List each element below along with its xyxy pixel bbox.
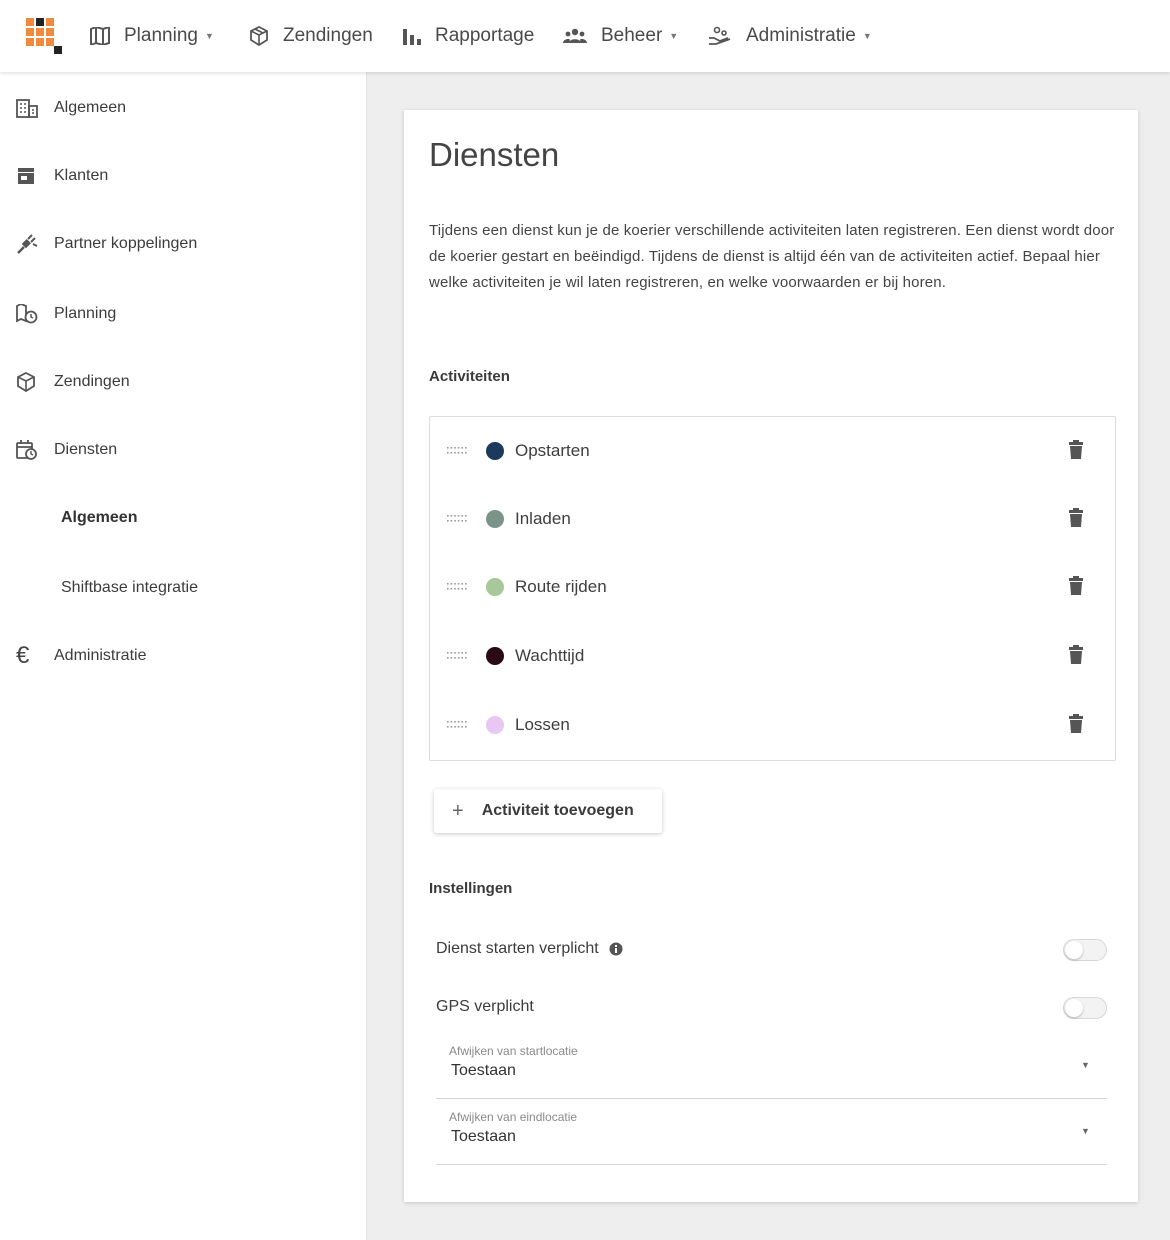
gps-verplicht-toggle[interactable] [1063,997,1107,1019]
activity-row[interactable]: Wachttijd [430,636,1115,676]
drag-handle-icon[interactable] [446,649,468,661]
add-activity-label: Activiteit toevoegen [481,802,634,819]
people-icon [563,28,587,43]
select-label: Afwijken van eindlocatie [449,1110,578,1124]
nav-beheer-label: Beheer [601,25,663,46]
drag-handle-icon[interactable] [446,580,468,592]
select-label: Afwijken van startlocatie [449,1044,578,1058]
afwijken-startlocatie-select[interactable]: Afwijken van startlocatie Toestaan ▼ [436,1038,1107,1099]
plug-icon [17,234,38,254]
activity-color-dot [486,442,504,460]
store-icon [18,168,34,184]
sidebar-item-klanten[interactable]: Klanten [0,156,366,196]
euro-icon: € [16,642,30,669]
package-icon [250,26,268,46]
activity-color-dot [486,716,504,734]
sidebar-item-label: Zendingen [54,373,130,390]
calendar-clock-icon [16,440,37,460]
sidebar-subitem-label: Algemeen [61,509,138,526]
trash-icon[interactable] [1068,714,1084,734]
drag-handle-icon[interactable] [446,512,468,524]
sidebar-item-label: Algemeen [54,99,127,116]
chevron-down-icon: ▼ [204,31,214,41]
activities-heading: Activiteiten [429,368,510,385]
chevron-down-icon: ▼ [669,31,679,41]
nav-administratie[interactable]: Administratie ▼ [708,20,872,52]
activity-label: Inladen [515,509,571,528]
diensten-card: Diensten Tijdens een dienst kun je de ko… [404,110,1138,1202]
app-logo[interactable] [26,18,62,54]
nav-zendingen-label: Zendingen [283,25,373,46]
drag-handle-icon[interactable] [446,444,468,456]
trash-icon[interactable] [1068,508,1084,528]
activity-label: Lossen [515,715,570,734]
trash-icon[interactable] [1068,645,1084,665]
page-description: Tijdens een dienst kun je de koerier ver… [429,222,1115,291]
activities-list: Opstarten Inladen Route rijden Wachttijd Los… [429,416,1116,761]
nav-planning-label: Planning [124,25,198,46]
drag-handle-icon[interactable] [446,718,468,730]
sidebar-item-algemeen[interactable]: Algemeen [0,88,366,128]
trash-icon[interactable] [1068,576,1084,596]
dropdown-arrow-icon: ▼ [1081,1060,1090,1070]
trash-icon[interactable] [1068,440,1084,460]
activity-color-dot [486,578,504,596]
sidebar-item-label: Diensten [54,441,118,458]
activity-label: Route rijden [515,577,607,596]
sidebar-subitem-label: Shiftbase integratie [61,579,198,596]
hand-coins-icon [709,26,731,45]
nav-administratie-label: Administratie [746,25,856,46]
activity-row[interactable]: Lossen [430,705,1115,745]
activity-row[interactable]: Opstarten [430,431,1115,471]
map-icon [90,27,110,45]
setting-label: Dienst starten verplicht [436,940,599,957]
select-value: Toestaan [451,1062,516,1079]
building-icon [16,99,38,118]
activity-label: Wachttijd [515,646,585,665]
sidebar-subitem-shiftbase-integratie[interactable]: Shiftbase integratie [0,568,366,608]
plus-icon: + [452,799,464,822]
toggle-knob [1065,941,1083,959]
sidebar-item-planning[interactable]: Planning [0,294,366,334]
bar-chart-icon [403,29,421,45]
sidebar-item-diensten[interactable]: Diensten [0,430,366,470]
sidebar-item-administratie[interactable]: € Administratie [0,636,366,676]
sidebar-item-partner-koppelingen[interactable]: Partner koppelingen [0,224,366,264]
setting-gps-verplicht: GPS verplicht [436,998,534,1016]
sidebar-item-label: Klanten [54,167,109,184]
add-activity-button[interactable]: + Activiteit toevoegen [434,789,662,833]
top-navigation-bar: Planning ▼ Zendingen Rapportage Beheer ▼… [0,0,1170,72]
activity-color-dot [486,647,504,665]
sidebar-item-label: Partner koppelingen [54,235,198,252]
activity-label: Opstarten [515,441,590,460]
setting-dienst-starten-verplicht: Dienst starten verplicht [436,940,623,958]
page-title: Diensten [429,136,560,173]
settings-heading: Instellingen [429,880,513,897]
nav-zendingen[interactable]: Zendingen [249,20,373,52]
nav-planning[interactable]: Planning ▼ [90,20,214,52]
main-content: Diensten Tijdens een dienst kun je de ko… [367,72,1170,1240]
sidebar-item-label: Administratie [54,647,147,664]
nav-beheer[interactable]: Beheer ▼ [563,20,678,52]
activity-row[interactable]: Inladen [430,499,1115,539]
dropdown-arrow-icon: ▼ [1081,1126,1090,1136]
map-clock-icon [16,304,38,324]
chevron-down-icon: ▼ [862,31,872,41]
activity-row[interactable]: Route rijden [430,567,1115,607]
info-icon[interactable] [609,942,623,956]
nav-rapportage[interactable]: Rapportage [403,20,534,52]
dienst-starten-verplicht-toggle[interactable] [1063,939,1107,961]
sidebar-subitem-algemeen[interactable]: Algemeen [0,498,366,538]
afwijken-eindlocatie-select[interactable]: Afwijken van eindlocatie Toestaan ▼ [436,1104,1107,1165]
sidebar-item-zendingen[interactable]: Zendingen [0,362,366,402]
sidebar: Algemeen Klanten Partner koppelingen Pla… [0,72,367,1240]
setting-label: GPS verplicht [436,998,534,1015]
package-icon [17,372,35,392]
activity-color-dot [486,510,504,528]
toggle-knob [1065,999,1083,1017]
nav-rapportage-label: Rapportage [435,25,535,46]
sidebar-item-label: Planning [54,305,117,322]
select-value: Toestaan [451,1128,516,1145]
